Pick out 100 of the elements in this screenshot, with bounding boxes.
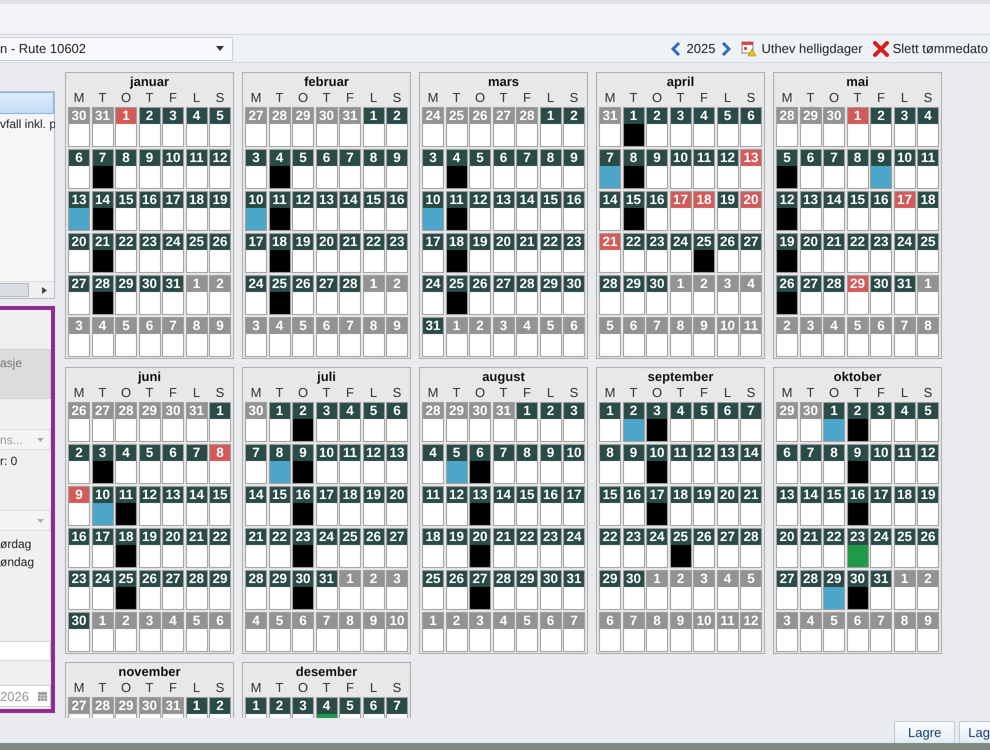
day-cell[interactable]: 29 [599,570,621,610]
day-cell[interactable]: 26 [138,570,160,610]
day-cell[interactable]: 25 [917,233,939,273]
day-cell[interactable]: 7 [492,444,514,484]
day-cell[interactable]: 14 [599,191,621,231]
route-dropdown[interactable]: n - Rute 10602 [0,36,233,60]
day-cell[interactable]: 27 [492,275,514,315]
day-cell[interactable]: 7 [339,149,361,189]
day-cell[interactable]: 5 [138,444,160,484]
day-cell[interactable]: 19 [138,528,160,568]
day-cell[interactable]: 20 [716,486,738,526]
day-cell[interactable]: 23 [846,528,868,568]
day-cell[interactable]: 22 [622,233,644,273]
day-cell[interactable]: 10 [894,149,916,189]
day-cell[interactable]: 10 [422,191,444,231]
day-cell[interactable]: 11 [917,149,939,189]
day-cell[interactable]: 2 [209,697,231,718]
day-cell[interactable]: 17 [646,486,668,526]
day-cell[interactable]: 17 [563,486,585,526]
day-cell[interactable]: 26 [917,528,939,568]
day-cell[interactable]: 6 [740,107,762,147]
day-cell[interactable]: 27 [386,528,408,568]
day-cell[interactable]: 19 [292,233,314,273]
day-cell[interactable]: 23 [563,233,585,273]
day-cell[interactable]: 24 [316,528,338,568]
day-cell[interactable]: 21 [740,486,762,526]
day-cell[interactable]: 4 [693,107,715,147]
day-cell[interactable]: 3 [870,402,892,442]
day-cell[interactable]: 18 [115,528,137,568]
day-cell[interactable]: 8 [209,444,231,484]
option-dropdown[interactable] [0,510,51,531]
day-cell[interactable]: 7 [186,444,208,484]
day-cell[interactable]: 30 [138,275,160,315]
day-cell[interactable]: 21 [823,233,845,273]
day-cell[interactable]: 28 [740,528,762,568]
day-cell[interactable]: 21 [339,233,361,273]
day-cell[interactable]: 22 [540,233,562,273]
day-cell[interactable]: 23 [870,233,892,273]
day-cell[interactable]: 9 [646,149,668,189]
scrollbar-thumb[interactable] [0,283,29,297]
day-cell[interactable]: 11 [422,486,444,526]
day-cell[interactable]: 13 [386,444,408,484]
chevron-right-icon[interactable] [721,42,732,56]
day-cell[interactable]: 30 [646,275,668,315]
day-cell[interactable]: 5 [776,149,798,189]
day-cell[interactable]: 20 [162,528,184,568]
day-cell[interactable]: 23 [68,570,90,610]
day-cell[interactable]: 16 [292,486,314,526]
day-cell[interactable]: 6 [316,149,338,189]
day-cell[interactable]: 2 [870,107,892,147]
day-cell[interactable]: 11 [894,444,916,484]
day-cell[interactable]: 25 [115,570,137,610]
day-cell[interactable]: 12 [446,486,468,526]
day-cell[interactable]: 16 [846,486,868,526]
day-cell[interactable]: 9 [68,486,90,526]
day-cell[interactable]: 8 [268,444,290,484]
day-cell[interactable]: 6 [776,444,798,484]
day-cell[interactable]: 28 [492,570,514,610]
day-cell[interactable]: 22 [115,233,137,273]
day-cell[interactable]: 13 [492,191,514,231]
day-cell[interactable]: 15 [846,191,868,231]
day-cell[interactable]: 3 [292,697,314,718]
day-cell[interactable]: 2 [646,107,668,147]
horizontal-scrollbar[interactable] [0,281,54,298]
day-cell[interactable]: 23 [540,528,562,568]
day-cell[interactable]: 30 [622,570,644,610]
day-cell[interactable]: 25 [446,275,468,315]
day-cell[interactable]: 18 [670,486,692,526]
day-cell[interactable]: 1 [268,402,290,442]
day-cell[interactable]: 3 [92,444,114,484]
day-cell[interactable]: 10 [563,444,585,484]
day-cell[interactable]: 16 [563,191,585,231]
day-cell[interactable]: 21 [245,528,267,568]
day-cell[interactable]: 2 [138,107,160,147]
day-cell[interactable]: 3 [162,107,184,147]
day-cell[interactable]: 4 [186,107,208,147]
day-cell[interactable]: 28 [800,570,822,610]
day-cell[interactable]: 13 [68,191,90,231]
day-cell[interactable]: 17 [422,233,444,273]
day-cell[interactable]: 9 [622,444,644,484]
day-cell[interactable]: 18 [186,191,208,231]
day-cell[interactable]: 16 [870,191,892,231]
day-cell[interactable]: 3 [646,402,668,442]
day-cell[interactable]: 5 [917,402,939,442]
day-cell[interactable]: 22 [823,528,845,568]
day-cell[interactable]: 15 [209,486,231,526]
day-cell[interactable]: 9 [870,149,892,189]
day-cell[interactable]: 13 [776,486,798,526]
text-input-field[interactable] [0,641,51,661]
day-cell[interactable]: 20 [492,233,514,273]
day-cell[interactable]: 22 [209,528,231,568]
day-cell[interactable]: 2 [386,107,408,147]
day-cell[interactable]: 1 [823,402,845,442]
day-cell[interactable]: 5 [362,402,384,442]
day-cell[interactable]: 13 [800,191,822,231]
day-cell[interactable]: 21 [186,528,208,568]
day-cell[interactable]: 26 [716,233,738,273]
day-cell[interactable]: 20 [316,233,338,273]
day-cell[interactable]: 17 [894,191,916,231]
day-cell[interactable]: 28 [599,275,621,315]
